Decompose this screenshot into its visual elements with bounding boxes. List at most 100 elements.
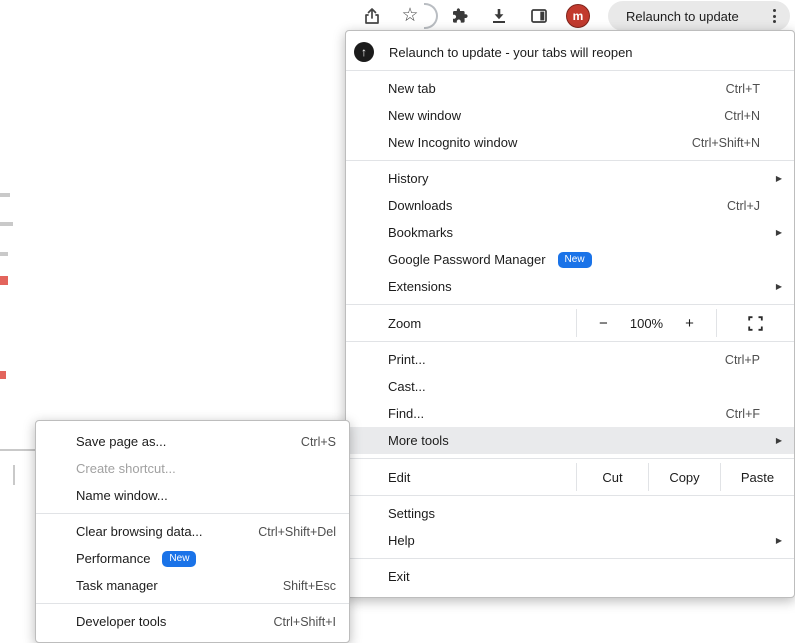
menu-label: Settings <box>388 506 435 521</box>
paste-button[interactable]: Paste <box>721 463 794 491</box>
zoom-in-button[interactable]: + <box>681 315 698 332</box>
menu-item-zoom: Zoom − 100% + <box>346 309 794 337</box>
submenu-item-developer-tools[interactable]: Developer tools Ctrl+Shift+I <box>36 608 349 635</box>
star-glyph: ☆ <box>401 6 418 26</box>
omnibox-right-edge <box>424 3 438 29</box>
page-fragment <box>13 465 15 485</box>
shortcut-label: Ctrl+Shift+Del <box>258 525 336 539</box>
submenu-arrow-icon: ▶ <box>776 174 782 183</box>
menu-item-print[interactable]: Print... Ctrl+P <box>346 346 794 373</box>
browser-toolbar: ☆ m Relaunch to update <box>0 0 795 32</box>
menu-label: Cast... <box>388 379 426 394</box>
menu-label: Name window... <box>76 488 168 503</box>
menu-item-extensions[interactable]: Extensions ▶ <box>346 273 794 300</box>
edit-label: Edit <box>346 463 576 491</box>
menu-item-cast[interactable]: Cast... <box>346 373 794 400</box>
menu-divider <box>346 341 794 342</box>
submenu-item-name-window[interactable]: Name window... <box>36 482 349 509</box>
menu-item-settings[interactable]: Settings <box>346 500 794 527</box>
menu-item-more-tools[interactable]: More tools ▶ <box>346 427 794 454</box>
menu-label: Save page as... <box>76 434 166 449</box>
more-tools-submenu: Save page as... Ctrl+S Create shortcut..… <box>35 420 350 643</box>
page-fragment <box>0 449 35 451</box>
zoom-value: 100% <box>630 316 663 331</box>
menu-item-new-tab[interactable]: New tab Ctrl+T <box>346 75 794 102</box>
submenu-item-task-manager[interactable]: Task manager Shift+Esc <box>36 572 349 599</box>
shortcut-label: Ctrl+F <box>726 407 760 421</box>
page-fragment <box>0 252 8 256</box>
shortcut-label: Shift+Esc <box>283 579 336 593</box>
menu-label: Task manager <box>76 578 158 593</box>
menu-label: Print... <box>388 352 426 367</box>
menu-divider <box>346 558 794 559</box>
menu-divider <box>346 458 794 459</box>
downloads-icon[interactable] <box>489 6 509 26</box>
menu-label: Help <box>388 533 415 548</box>
menu-item-history[interactable]: History ▶ <box>346 165 794 192</box>
relaunch-label: Relaunch to update <box>626 9 739 24</box>
menu-label: New window <box>388 108 461 123</box>
menu-label: Extensions <box>388 279 452 294</box>
submenu-item-save-page-as[interactable]: Save page as... Ctrl+S <box>36 428 349 455</box>
shortcut-label: Ctrl+Shift+I <box>273 615 336 629</box>
share-icon[interactable] <box>362 6 382 26</box>
menu-label: History <box>388 171 428 186</box>
relaunch-to-update-button[interactable]: Relaunch to update <box>608 1 790 31</box>
submenu-arrow-icon: ▶ <box>776 536 782 545</box>
menu-item-exit[interactable]: Exit <box>346 563 794 590</box>
shortcut-label: Ctrl+P <box>725 353 760 367</box>
page-fragment <box>0 371 6 379</box>
submenu-item-performance[interactable]: Performance New <box>36 545 349 572</box>
page-fragment <box>0 222 13 226</box>
menu-divider <box>346 160 794 161</box>
menu-label: More tools <box>388 433 449 448</box>
menu-label: Exit <box>388 569 410 584</box>
new-badge: New <box>162 551 196 567</box>
menu-item-downloads[interactable]: Downloads Ctrl+J <box>346 192 794 219</box>
menu-kebab-icon[interactable] <box>767 9 782 23</box>
bookmark-star-icon[interactable]: ☆ <box>400 6 420 26</box>
copy-button[interactable]: Copy <box>649 463 720 491</box>
submenu-item-clear-browsing-data[interactable]: Clear browsing data... Ctrl+Shift+Del <box>36 518 349 545</box>
side-panel-icon[interactable] <box>529 6 549 26</box>
zoom-controls: − 100% + <box>577 309 716 337</box>
chrome-main-menu: ↑ Relaunch to update - your tabs will re… <box>345 30 795 598</box>
submenu-arrow-icon: ▶ <box>776 228 782 237</box>
menu-label: Developer tools <box>76 614 166 629</box>
submenu-arrow-icon: ▶ <box>776 436 782 445</box>
submenu-item-create-shortcut: Create shortcut... <box>36 455 349 482</box>
new-badge: New <box>558 252 592 268</box>
extensions-puzzle-icon[interactable] <box>450 6 470 26</box>
menu-divider <box>346 304 794 305</box>
menu-divider <box>36 603 349 604</box>
menu-item-help[interactable]: Help ▶ <box>346 527 794 554</box>
profile-avatar[interactable]: m <box>566 4 590 28</box>
avatar-letter: m <box>573 9 584 23</box>
fullscreen-button[interactable] <box>717 309 794 337</box>
submenu-arrow-icon: ▶ <box>776 282 782 291</box>
menu-item-bookmarks[interactable]: Bookmarks ▶ <box>346 219 794 246</box>
cut-button[interactable]: Cut <box>577 463 648 491</box>
menu-divider <box>346 495 794 496</box>
menu-label: Find... <box>388 406 424 421</box>
menu-item-google-password-manager[interactable]: Google Password Manager New <box>346 246 794 273</box>
menu-label: Bookmarks <box>388 225 453 240</box>
zoom-out-button[interactable]: − <box>595 315 612 332</box>
menu-label: Google Password Manager <box>388 252 546 267</box>
shortcut-label: Ctrl+N <box>724 109 760 123</box>
menu-item-edit: Edit Cut Copy Paste <box>346 463 794 491</box>
update-icon: ↑ <box>354 42 374 62</box>
menu-item-new-window[interactable]: New window Ctrl+N <box>346 102 794 129</box>
shortcut-label: Ctrl+Shift+N <box>692 136 760 150</box>
shortcut-label: Ctrl+S <box>301 435 336 449</box>
menu-label: Downloads <box>388 198 452 213</box>
page-fragment <box>0 276 8 285</box>
menu-divider <box>36 513 349 514</box>
zoom-label: Zoom <box>346 309 576 337</box>
menu-item-relaunch-banner[interactable]: ↑ Relaunch to update - your tabs will re… <box>346 38 794 66</box>
page-fragment <box>0 193 10 197</box>
menu-item-find[interactable]: Find... Ctrl+F <box>346 400 794 427</box>
relaunch-banner-label: Relaunch to update - your tabs will reop… <box>389 45 633 60</box>
menu-item-new-incognito-window[interactable]: New Incognito window Ctrl+Shift+N <box>346 129 794 156</box>
menu-label: New tab <box>388 81 436 96</box>
